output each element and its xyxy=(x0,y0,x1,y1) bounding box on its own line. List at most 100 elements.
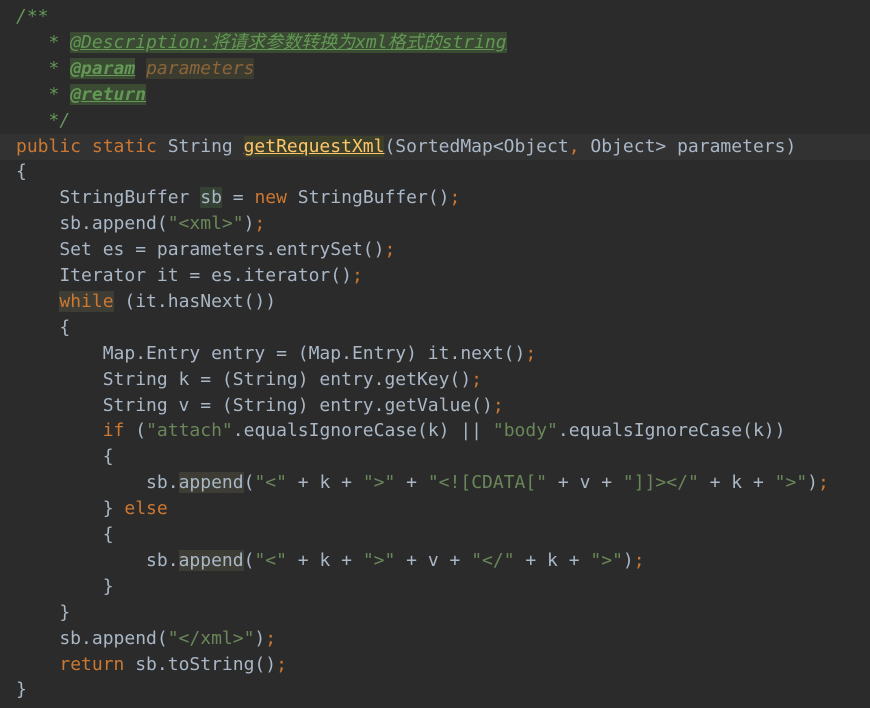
code-token: ; xyxy=(384,239,396,261)
code-token: + k + xyxy=(286,472,363,494)
code-token: parameters xyxy=(146,57,255,79)
code-line[interactable]: StringBuffer sb = new StringBuffer(); xyxy=(16,185,460,211)
code-token: ( xyxy=(243,549,255,571)
code-token: + k + xyxy=(514,549,591,571)
code-line[interactable]: } xyxy=(16,574,114,600)
code-token: StringBuffer() xyxy=(297,187,450,209)
code-token: .equalsIgnoreCase(k)) xyxy=(557,420,786,442)
code-line[interactable]: Iterator it = es.iterator(); xyxy=(16,263,363,289)
code-token: if xyxy=(102,420,136,442)
code-token: ( xyxy=(135,420,147,442)
code-token: String k = (String) entry.getKey() xyxy=(16,368,472,390)
code-token: "]]></" xyxy=(622,472,699,494)
code-token: , xyxy=(568,135,591,157)
code-line[interactable]: String v = (String) entry.getValue(); xyxy=(16,393,504,419)
code-token: "<![CDATA[" xyxy=(427,472,548,494)
code-token: sb.toString() xyxy=(135,653,277,675)
code-token: ) xyxy=(807,472,818,494)
code-token: */ xyxy=(16,109,71,131)
code-token: /** xyxy=(16,6,49,27)
code-token: ; xyxy=(525,342,537,364)
code-token: ">" xyxy=(362,472,396,494)
code-token: public static xyxy=(16,135,168,157)
code-token: Map.Entry entry = (Map.Entry) it.next() xyxy=(16,342,526,364)
code-line[interactable]: sb.append("<" + k + ">" + "<![CDATA[" + … xyxy=(16,470,829,496)
code-token: ; xyxy=(351,265,363,286)
code-line[interactable]: { xyxy=(16,444,114,470)
code-token: StringBuffer xyxy=(16,187,201,209)
code-token: sb. xyxy=(16,472,179,494)
code-token: = xyxy=(221,187,255,209)
code-editor[interactable]: /** * @Description:将请求参数转换为xml格式的string … xyxy=(0,0,870,708)
code-token: String v = (String) entry.getValue() xyxy=(16,394,493,416)
code-line[interactable]: * @Description:将请求参数转换为xml格式的string xyxy=(16,30,507,56)
code-line[interactable]: */ xyxy=(16,108,71,134)
code-line[interactable]: { xyxy=(16,522,114,548)
code-token: { xyxy=(16,524,114,545)
code-token: sb.append( xyxy=(16,627,168,649)
code-token: ) xyxy=(243,213,255,235)
code-token: ) xyxy=(622,549,634,571)
code-token: ">" xyxy=(774,472,808,494)
code-line[interactable]: } xyxy=(16,600,70,626)
code-token: "<xml>" xyxy=(167,213,244,235)
code-token: getRequestXml xyxy=(243,135,385,157)
code-token: + v + xyxy=(395,549,472,571)
code-token: Object> parameters) xyxy=(590,135,797,157)
code-token: "</xml>" xyxy=(167,627,255,649)
code-line[interactable]: public static String getRequestXml(Sorte… xyxy=(0,133,870,160)
code-token: } xyxy=(16,679,27,701)
code-token: @Description:将请求参数转换为xml格式的string xyxy=(70,31,507,53)
code-token: "body" xyxy=(492,420,558,442)
code-token: + k + xyxy=(286,549,363,571)
code-token: "</" xyxy=(471,549,515,571)
code-token: "<" xyxy=(254,549,287,571)
code-token: ">" xyxy=(590,549,623,571)
code-token: Iterator it = es.iterator() xyxy=(16,265,352,286)
code-token: + k + xyxy=(698,472,775,494)
code-line[interactable]: String k = (String) entry.getKey(); xyxy=(16,367,482,393)
code-line[interactable]: * @param parameters xyxy=(16,56,255,82)
code-line[interactable]: Map.Entry entry = (Map.Entry) it.next(); xyxy=(16,341,537,367)
code-line[interactable]: while (it.hasNext()) xyxy=(16,289,276,315)
code-line[interactable]: { xyxy=(16,315,70,341)
code-token: } xyxy=(16,575,114,597)
code-token: * xyxy=(16,31,71,53)
code-line[interactable]: * @return xyxy=(16,82,147,108)
code-token: append xyxy=(178,549,244,571)
code-line[interactable]: Set es = parameters.entrySet(); xyxy=(16,237,395,263)
code-token: String xyxy=(167,135,244,157)
code-token: + xyxy=(395,472,428,494)
code-token: } xyxy=(16,498,125,520)
code-token: return xyxy=(59,653,136,675)
code-line[interactable]: sb.append("<" + k + ">" + v + "</" + k +… xyxy=(16,548,645,574)
code-line[interactable]: return sb.toString(); xyxy=(16,652,287,678)
code-token: ; xyxy=(265,627,277,649)
code-line[interactable]: } else xyxy=(16,496,168,522)
code-line[interactable]: if ("attach".equalsIgnoreCase(k) || "bod… xyxy=(16,418,786,444)
code-token: (SortedMap<Object xyxy=(384,135,569,157)
code-token: sb. xyxy=(16,549,179,571)
code-token: "<" xyxy=(254,472,287,494)
code-token: ) xyxy=(254,627,266,649)
code-token: ( xyxy=(243,472,255,494)
code-token: @param xyxy=(70,57,136,79)
code-token: @return xyxy=(70,83,147,105)
code-line[interactable]: } xyxy=(16,677,27,703)
code-token: ; xyxy=(449,187,461,209)
code-token: + v + xyxy=(547,472,623,494)
code-line[interactable]: sb.append("<xml>"); xyxy=(16,211,265,237)
code-token: while xyxy=(59,290,114,312)
code-line[interactable]: sb.append("</xml>"); xyxy=(16,626,276,652)
code-token: append xyxy=(178,472,244,494)
code-line[interactable]: /** xyxy=(16,4,49,30)
code-token: (it.hasNext()) xyxy=(113,290,277,312)
code-token: ; xyxy=(818,472,829,494)
code-token: ; xyxy=(492,394,504,416)
code-token: } xyxy=(16,601,71,623)
code-line[interactable]: { xyxy=(16,159,27,185)
code-token: new xyxy=(254,187,298,209)
